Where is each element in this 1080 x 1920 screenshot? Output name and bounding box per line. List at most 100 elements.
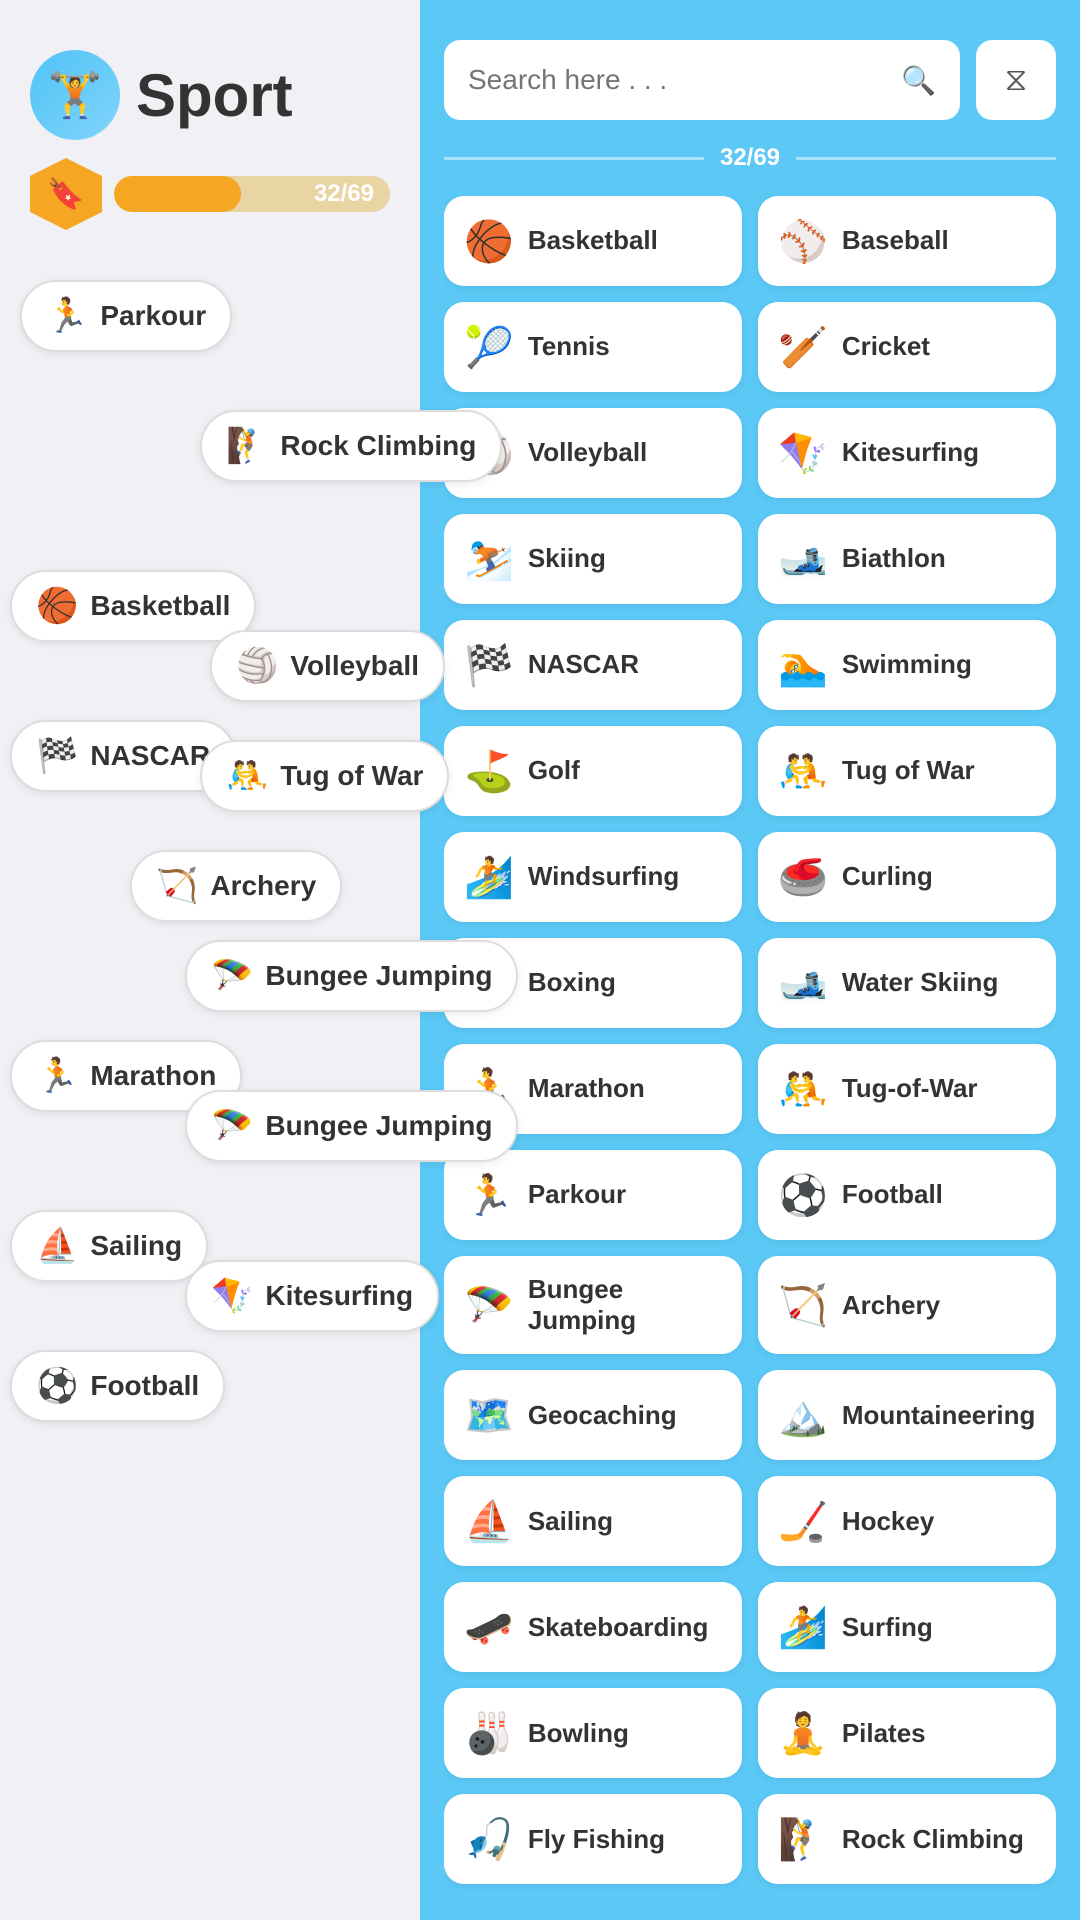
grid-label-geocaching: Geocaching <box>528 1400 677 1431</box>
grid-item-basketball[interactable]: 🏀 Basketball <box>444 196 742 286</box>
left-chip-sailing[interactable]: ⛵ Sailing <box>10 1210 208 1282</box>
left-chip-archery[interactable]: 🏹 Archery <box>130 850 342 922</box>
grid-item-nascar[interactable]: 🏁 NASCAR <box>444 620 742 710</box>
grid-item-biathlon[interactable]: 🎿 Biathlon <box>758 514 1056 604</box>
left-chip-tug-of-war[interactable]: 🤼 Tug of War <box>200 740 449 812</box>
chip-icon-archery: 🏹 <box>156 866 198 906</box>
grid-icon-mountaineering: 🏔️ <box>778 1392 828 1439</box>
grid-label-golf: Golf <box>528 755 580 786</box>
left-chip-volleyball[interactable]: 🏐 Volleyball <box>210 630 445 702</box>
header-area: 🏋️ Sport 🔖 32/69 <box>0 0 420 250</box>
grid-icon-basketball: 🏀 <box>464 218 514 265</box>
grid-icon-skateboarding: 🛹 <box>464 1604 514 1651</box>
grid-item-football[interactable]: ⚽ Football <box>758 1150 1056 1240</box>
grid-item-baseball[interactable]: ⚾ Baseball <box>758 196 1056 286</box>
filter-button[interactable]: ⧖ <box>976 40 1056 120</box>
grid-label-bungee-jumping: Bungee Jumping <box>528 1274 722 1336</box>
grid-item-kitesurfing[interactable]: 🪁 Kitesurfing <box>758 408 1056 498</box>
grid-label-kitesurfing: Kitesurfing <box>842 437 979 468</box>
grid-label-sailing: Sailing <box>528 1506 613 1537</box>
search-input[interactable] <box>468 64 889 96</box>
chip-icon-kitesurfing: 🪁 <box>211 1276 253 1316</box>
chip-icon-parkour: 🏃 <box>46 296 88 336</box>
left-chip-rock-climbing[interactable]: 🧗 Rock Climbing <box>200 410 502 482</box>
grid-label-windsurfing: Windsurfing <box>528 861 679 892</box>
grid-item-swimming[interactable]: 🏊 Swimming <box>758 620 1056 710</box>
grid-label-curling: Curling <box>842 861 933 892</box>
title-row: 🏋️ Sport <box>30 50 390 140</box>
progress-count: 32/69 <box>720 144 780 172</box>
chip-icon-bungee-jumping-1: 🪂 <box>211 956 253 996</box>
sports-grid-scroll[interactable]: 🏀 Basketball ⚾ Baseball 🎾 Tennis 🏏 Crick… <box>444 196 1056 1896</box>
left-chip-parkour[interactable]: 🏃 Parkour <box>20 280 232 352</box>
progress-label: 32/69 <box>314 180 374 208</box>
grid-item-tug-of-war[interactable]: 🤼 Tug of War <box>758 726 1056 816</box>
grid-icon-football: ⚽ <box>778 1172 828 1219</box>
grid-icon-tug-of-war: 🤼 <box>778 748 828 795</box>
chip-label-sailing: Sailing <box>90 1230 182 1262</box>
chip-label-parkour: Parkour <box>100 300 206 332</box>
grid-icon-hockey: 🏒 <box>778 1498 828 1545</box>
chip-icon-sailing: ⛵ <box>36 1226 78 1266</box>
chip-label-bungee-jumping-2: Bungee Jumping <box>265 1110 492 1142</box>
grid-item-hockey[interactable]: 🏒 Hockey <box>758 1476 1056 1566</box>
grid-item-bowling[interactable]: 🎳 Bowling <box>444 1688 742 1778</box>
grid-icon-parkour: 🏃 <box>464 1172 514 1219</box>
search-icon[interactable]: 🔍 <box>901 64 936 97</box>
progress-line-left <box>444 157 704 160</box>
grid-icon-fly-fishing: 🎣 <box>464 1816 514 1863</box>
sport-icon: 🏋️ <box>30 50 120 140</box>
grid-icon-water-skiing: 🎿 <box>778 960 828 1007</box>
grid-item-skiing[interactable]: ⛷️ Skiing <box>444 514 742 604</box>
grid-label-marathon: Marathon <box>528 1073 645 1104</box>
grid-item-water-skiing[interactable]: 🎿 Water Skiing <box>758 938 1056 1028</box>
grid-item-archery[interactable]: 🏹 Archery <box>758 1256 1056 1354</box>
grid-label-archery: Archery <box>842 1290 940 1321</box>
grid-item-fly-fishing[interactable]: 🎣 Fly Fishing <box>444 1794 742 1884</box>
grid-item-geocaching[interactable]: 🗺️ Geocaching <box>444 1370 742 1460</box>
sports-grid: 🏀 Basketball ⚾ Baseball 🎾 Tennis 🏏 Crick… <box>444 196 1056 1896</box>
grid-item-curling[interactable]: 🥌 Curling <box>758 832 1056 922</box>
grid-item-parkour[interactable]: 🏃 Parkour <box>444 1150 742 1240</box>
grid-icon-geocaching: 🗺️ <box>464 1392 514 1439</box>
grid-item-rock-climbing[interactable]: 🧗 Rock Climbing <box>758 1794 1056 1884</box>
grid-icon-curling: 🥌 <box>778 854 828 901</box>
grid-item-skateboarding[interactable]: 🛹 Skateboarding <box>444 1582 742 1672</box>
grid-label-tug-of-war: Tug of War <box>842 755 975 786</box>
left-chip-basketball[interactable]: 🏀 Basketball <box>10 570 256 642</box>
grid-item-bungee-jumping[interactable]: 🪂 Bungee Jumping <box>444 1256 742 1354</box>
left-chip-bungee-jumping-2[interactable]: 🪂 Bungee Jumping <box>185 1090 518 1162</box>
hex-badge: 🔖 <box>30 158 102 230</box>
chip-label-kitesurfing: Kitesurfing <box>265 1280 413 1312</box>
grid-item-tennis[interactable]: 🎾 Tennis <box>444 302 742 392</box>
chip-icon-nascar: 🏁 <box>36 736 78 776</box>
grid-item-cricket[interactable]: 🏏 Cricket <box>758 302 1056 392</box>
left-chip-bungee-jumping-1[interactable]: 🪂 Bungee Jumping <box>185 940 518 1012</box>
grid-item-surfing[interactable]: 🏄 Surfing <box>758 1582 1056 1672</box>
grid-item-windsurfing[interactable]: 🏄 Windsurfing <box>444 832 742 922</box>
grid-label-cricket: Cricket <box>842 331 930 362</box>
grid-item-tug-of-war-2[interactable]: 🤼 Tug-of-War <box>758 1044 1056 1134</box>
grid-item-pilates[interactable]: 🧘 Pilates <box>758 1688 1056 1778</box>
grid-icon-biathlon: 🎿 <box>778 536 828 583</box>
grid-item-golf[interactable]: ⛳ Golf <box>444 726 742 816</box>
grid-icon-skiing: ⛷️ <box>464 536 514 583</box>
grid-item-sailing[interactable]: ⛵ Sailing <box>444 1476 742 1566</box>
left-chip-football[interactable]: ⚽ Football <box>10 1350 225 1422</box>
grid-icon-rock-climbing: 🧗 <box>778 1816 828 1863</box>
chip-label-archery: Archery <box>210 870 316 902</box>
chip-label-bungee-jumping-1: Bungee Jumping <box>265 960 492 992</box>
chip-label-basketball: Basketball <box>90 590 230 622</box>
grid-label-water-skiing: Water Skiing <box>842 967 999 998</box>
progress-bar: 32/69 <box>114 176 390 212</box>
grid-icon-windsurfing: 🏄 <box>464 854 514 901</box>
grid-item-mountaineering[interactable]: 🏔️ Mountaineering <box>758 1370 1056 1460</box>
search-box: 🔍 <box>444 40 960 120</box>
grid-icon-swimming: 🏊 <box>778 642 828 689</box>
grid-label-mountaineering: Mountaineering <box>842 1400 1036 1431</box>
grid-label-boxing: Boxing <box>528 967 616 998</box>
grid-label-bowling: Bowling <box>528 1718 629 1749</box>
grid-icon-bungee-jumping: 🪂 <box>464 1282 514 1329</box>
left-chip-kitesurfing[interactable]: 🪁 Kitesurfing <box>185 1260 439 1332</box>
grid-icon-pilates: 🧘 <box>778 1710 828 1757</box>
